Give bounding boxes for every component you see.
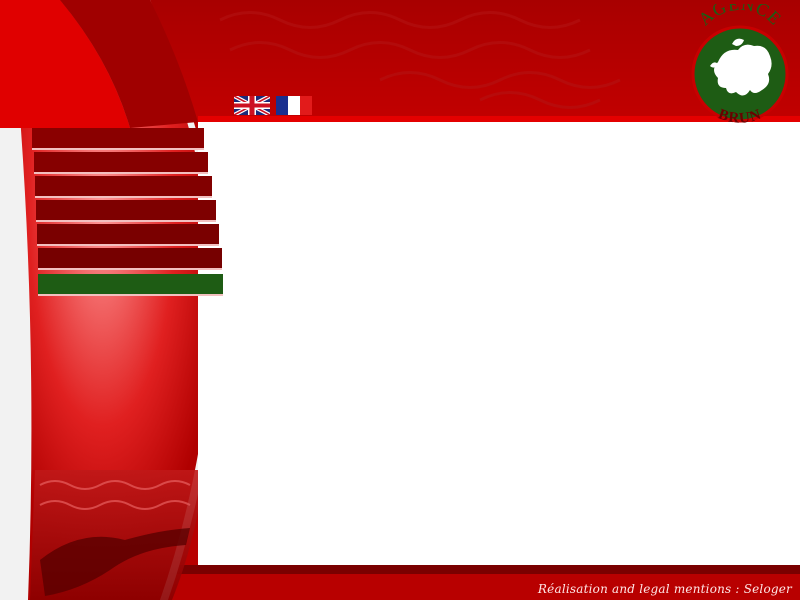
nav-item-3[interactable]	[35, 176, 212, 198]
nav-item-4[interactable]	[36, 200, 216, 222]
language-switcher	[234, 96, 312, 115]
nav-item-7-active[interactable]	[38, 274, 223, 296]
nav-item-6[interactable]	[38, 248, 222, 270]
nav-item-2[interactable]	[34, 152, 208, 174]
main-content-panel	[198, 122, 800, 565]
svg-text:AGENCE: AGENCE	[694, 4, 785, 29]
nav-item-1[interactable]	[32, 128, 204, 150]
side-navigation	[0, 128, 230, 300]
uk-flag-icon[interactable]	[234, 96, 270, 115]
agence-brun-logo[interactable]: AGENCE BRUN	[688, 0, 792, 136]
nav-item-5[interactable]	[37, 224, 219, 246]
footer-credits-link[interactable]: Réalisation and legal mentions : Seloger	[538, 582, 792, 596]
logo-top-text: AGENCE	[694, 0, 784, 29]
france-flag-icon[interactable]	[276, 96, 312, 115]
page: AGENCE BRUN Réalisation and legal mentio…	[0, 0, 800, 600]
